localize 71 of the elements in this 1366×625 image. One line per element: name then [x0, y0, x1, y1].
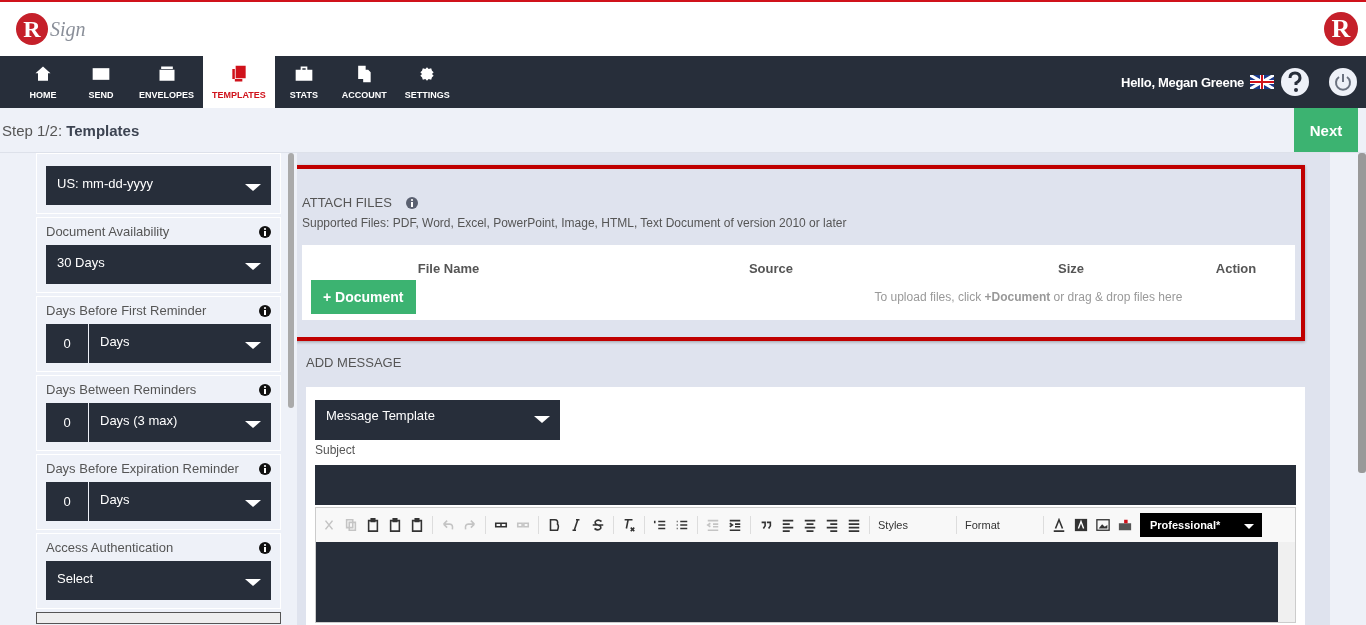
- briefcase-icon: [293, 64, 314, 84]
- setting-dropdown[interactable]: US: mm-dd-yyyy: [46, 166, 271, 205]
- supported-files-text: Supported Files: PDF, Word, Excel, PowerPoint, Image, HTML, Text Document of version 2010 or later: [302, 216, 848, 230]
- corner-logo: R: [1324, 12, 1358, 46]
- nav-tab[interactable]: HOME: [14, 56, 72, 108]
- ol-icon[interactable]: [653, 518, 667, 532]
- subject-label: Subject: [315, 443, 357, 457]
- info-icon[interactable]: [259, 304, 271, 317]
- number-field[interactable]: 0: [46, 482, 88, 521]
- bold-icon[interactable]: [547, 518, 561, 532]
- user-greeting: Hello, Megan Greene: [1121, 74, 1244, 90]
- nav-tab[interactable]: ACCOUNT: [332, 56, 396, 108]
- nav-tab[interactable]: STATS: [274, 56, 333, 108]
- theme-dropdown[interactable]: Professional*: [1140, 513, 1262, 537]
- text-color-icon[interactable]: [1052, 518, 1066, 532]
- styles-dropdown[interactable]: Styles: [878, 519, 948, 531]
- scrollbar[interactable]: [288, 153, 294, 408]
- setting-dropdown[interactable]: Select: [46, 561, 271, 600]
- unit-dropdown[interactable]: Days: [89, 482, 271, 521]
- section-title: ADD MESSAGE: [305, 354, 403, 370]
- center-icon[interactable]: [803, 518, 817, 532]
- section-title: ATTACH FILES: [302, 195, 392, 210]
- info-icon[interactable]: [259, 383, 271, 396]
- power-icon[interactable]: [1328, 67, 1358, 97]
- mailbox-icon[interactable]: [1118, 518, 1132, 532]
- nav-tab[interactable]: TEMPLATES: [203, 56, 275, 108]
- info-icon[interactable]: [259, 225, 271, 238]
- column-header: Size: [1057, 261, 1085, 276]
- column-header: File Name: [416, 261, 481, 276]
- column-header: Source: [747, 261, 795, 276]
- step-title: Step 1/2: Templates: [1, 121, 140, 139]
- image-icon[interactable]: [1096, 518, 1110, 532]
- rsign-logo: R Sign: [16, 13, 86, 45]
- setting-label: Days Between Reminders: [46, 382, 197, 397]
- flag-icon[interactable]: [1250, 75, 1274, 89]
- nav-tab[interactable]: SETTINGS: [395, 56, 459, 108]
- number-field[interactable]: 0: [46, 403, 88, 442]
- number-field[interactable]: 0: [46, 324, 88, 363]
- left-icon[interactable]: [781, 518, 795, 532]
- info-icon[interactable]: [405, 196, 418, 209]
- unit-dropdown[interactable]: Days (3 max): [89, 403, 271, 442]
- justify-icon[interactable]: [847, 518, 861, 532]
- setting-label: Days Before Expiration Reminder: [46, 461, 239, 476]
- upload-hint: To upload files, click +Document or drag & drop files here: [874, 290, 1183, 304]
- ul-icon[interactable]: [675, 518, 689, 532]
- column-header: Action: [1214, 261, 1258, 276]
- right-icon[interactable]: [825, 518, 839, 532]
- house-icon: [33, 64, 53, 84]
- setting-label: Document Availability: [46, 224, 170, 239]
- setting-dropdown[interactable]: 30 Days: [46, 245, 271, 284]
- unit-dropdown[interactable]: Days: [89, 324, 271, 363]
- background-color-icon[interactable]: [1074, 518, 1088, 532]
- paste-icon[interactable]: [388, 518, 402, 532]
- scrollbar[interactable]: [1278, 542, 1295, 622]
- subject-field[interactable]: [315, 465, 1296, 505]
- nav-tab[interactable]: ENVELOPES: [130, 56, 203, 108]
- clear-icon[interactable]: [622, 518, 636, 532]
- paste-icon[interactable]: [410, 518, 424, 532]
- format-dropdown[interactable]: Format: [965, 519, 1035, 531]
- setting-field[interactable]: [36, 612, 281, 624]
- info-icon[interactable]: [259, 541, 271, 554]
- help-icon[interactable]: [1280, 67, 1310, 97]
- scrollbar[interactable]: [1358, 153, 1366, 473]
- setting-label: Access Authentication: [46, 540, 174, 555]
- info-icon[interactable]: [259, 462, 271, 475]
- template-dropdown[interactable]: Message Template: [315, 400, 560, 440]
- indent-icon[interactable]: [728, 518, 742, 532]
- paste-icon[interactable]: [366, 518, 380, 532]
- strike-icon[interactable]: [591, 518, 605, 532]
- nav-tab[interactable]: SEND: [72, 56, 130, 108]
- setting-label: Days Before First Reminder: [46, 303, 207, 318]
